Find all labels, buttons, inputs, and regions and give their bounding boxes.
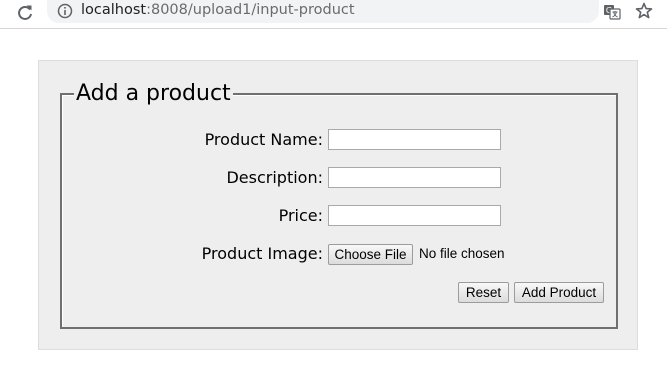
url-text[interactable]: localhost:8008/upload1/input-product [81, 2, 355, 18]
form-legend: Add a product [74, 80, 233, 108]
description-label: Description: [226, 168, 323, 187]
browser-toolbar: localhost:8008/upload1/input-product G [0, 0, 667, 29]
address-bar[interactable]: localhost:8008/upload1/input-product [47, 0, 599, 23]
product-name-input[interactable] [328, 129, 501, 150]
reload-button[interactable] [14, 2, 36, 24]
star-icon [635, 2, 653, 19]
reload-icon [18, 5, 32, 20]
price-label: Price: [278, 206, 323, 225]
choose-file-button[interactable]: Choose File [328, 244, 413, 265]
url-path: :8008/upload1/input-product [146, 2, 355, 18]
product-name-label: Product Name: [204, 130, 323, 149]
price-input[interactable] [328, 205, 501, 226]
product-form: Add a product Product Name: Description:… [38, 60, 638, 350]
description-input[interactable] [328, 167, 501, 188]
url-host: localhost [81, 2, 147, 18]
product-image-label: Product Image: [201, 244, 323, 263]
translate-button[interactable]: G [603, 3, 621, 21]
add-product-button[interactable]: Add Product [514, 282, 604, 303]
reset-button[interactable]: Reset [458, 282, 509, 303]
translate-icon: G [604, 5, 621, 20]
info-icon[interactable] [57, 3, 73, 19]
file-status-text: No file chosen [419, 246, 505, 261]
bookmark-button[interactable] [634, 1, 654, 21]
